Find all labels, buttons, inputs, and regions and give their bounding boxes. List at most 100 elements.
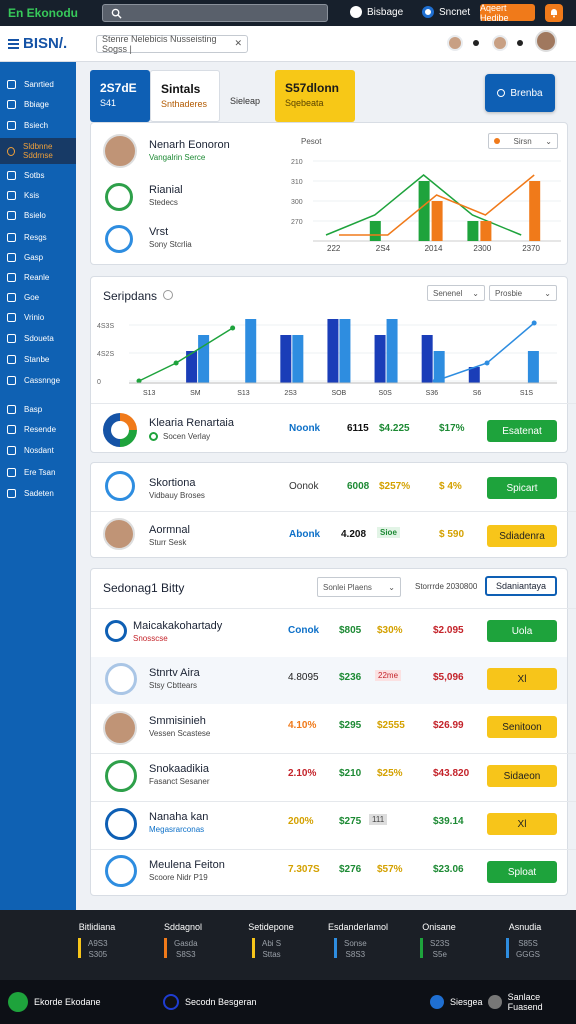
row-action-button[interactable]: Uola <box>487 620 557 642</box>
footer-stat[interactable]: Sddagnol Gasda S8S3 <box>148 922 218 959</box>
avatar[interactable] <box>103 518 135 550</box>
row-value: $30% <box>377 625 403 636</box>
bottom-item[interactable]: Siesgea <box>430 995 483 1009</box>
table-row[interactable]: Meulena Feiton Scoore Nidr P19 7.307S $2… <box>91 850 567 896</box>
info-icon[interactable] <box>163 290 173 300</box>
table-row[interactable]: Maicakakohartady Snosscse Conok $805 $30… <box>91 609 567 656</box>
bar[interactable] <box>480 221 492 241</box>
row-title: Maicakakohartady <box>133 620 223 632</box>
bar[interactable] <box>327 319 339 383</box>
bar[interactable] <box>418 181 430 241</box>
sidebar-item[interactable]: Basp <box>0 400 76 418</box>
sidebar-item[interactable]: Bsiech <box>0 116 76 134</box>
row-action-button[interactable]: Xl <box>487 813 557 835</box>
app-logo[interactable]: BISN/. <box>8 35 88 52</box>
footer-stat[interactable]: Setidepone Abi S Sttas <box>236 922 306 959</box>
sidebar-item[interactable]: Cassnnge <box>0 371 76 389</box>
bar[interactable] <box>431 201 443 241</box>
trend-point[interactable] <box>230 325 236 331</box>
row-action-button[interactable]: Spicart <box>487 477 557 499</box>
sidebar-item[interactable]: Ere Tsan <box>0 463 76 481</box>
sidebar-item[interactable]: Sadeten <box>0 484 76 502</box>
top-action-button[interactable]: Aqeert Hedibe <box>480 3 535 23</box>
header-search-input[interactable]: Stenre Nelebicis Nusseisting Sogss | ✕ <box>96 34 248 54</box>
footer-stat[interactable]: Esdanderlamol Sonse S8S3 <box>318 922 398 959</box>
avatar[interactable] <box>103 711 137 745</box>
kpi-card[interactable]: S57dlonn Sqebeata <box>275 70 355 122</box>
kpi-card[interactable]: Sieleap <box>220 70 275 122</box>
sidebar-item[interactable]: Gasp <box>0 248 76 266</box>
footer-stat[interactable]: Bitlidiana A9S3 S305 <box>62 922 132 959</box>
bar[interactable] <box>292 335 304 383</box>
bottom-item[interactable]: Sanlace Fuasend <box>488 992 576 1012</box>
bar[interactable] <box>280 335 292 383</box>
sidebar-item[interactable]: Ksis <box>0 186 76 204</box>
sidebar-item[interactable]: Reanle <box>0 268 76 286</box>
avatar[interactable] <box>447 35 463 51</box>
row-action-button[interactable]: Sidaeon <box>487 765 557 787</box>
sidebar-item[interactable]: Resgs <box>0 228 76 246</box>
bar[interactable] <box>339 319 351 383</box>
trend-point[interactable] <box>531 320 537 326</box>
footer-stat[interactable]: Onisane S23S S5e <box>404 922 474 959</box>
row-label: 200% <box>288 816 314 827</box>
table-filter[interactable]: Storrrde 2030800 <box>415 582 477 591</box>
sidebar-item[interactable]: Sanrtied <box>0 75 76 93</box>
bar[interactable] <box>369 221 381 241</box>
kpi-card[interactable]: Sintals Snthaderes <box>150 70 220 122</box>
bar[interactable] <box>529 181 541 241</box>
close-icon[interactable]: ✕ <box>234 38 242 49</box>
bar[interactable] <box>374 335 386 383</box>
row-action-button[interactable]: Senitoon <box>487 716 557 738</box>
table-row[interactable]: Snokaadikia Fasanct Sesaner 2.10% $210 $… <box>91 754 567 801</box>
nav-bisbage[interactable]: Bisbage <box>350 6 403 18</box>
bar[interactable] <box>421 335 433 383</box>
sidebar-item[interactable]: Nosdant <box>0 441 76 459</box>
bar[interactable] <box>467 221 479 241</box>
logo-icon <box>105 855 137 887</box>
footer-stat[interactable]: Asnudia S85S GGGS <box>490 922 560 959</box>
table-row[interactable]: Nanaha kan Megasrarconas 200% $275 111 $… <box>91 802 567 849</box>
nav-sncnet[interactable]: Sncnet <box>422 6 470 18</box>
row-action-button[interactable]: Sploat <box>487 861 557 883</box>
sidebar-item[interactable]: Sotbs <box>0 166 76 184</box>
sidebar-item[interactable]: Bbiage <box>0 95 76 113</box>
bar[interactable] <box>245 319 257 383</box>
sidebar-item[interactable]: Goe <box>0 288 76 306</box>
kpi-action-button[interactable]: Brenba <box>485 74 555 112</box>
bell-button[interactable] <box>545 4 563 22</box>
chart-select[interactable]: Prosbie ⌄ <box>489 285 557 301</box>
bar[interactable] <box>527 351 539 383</box>
table-action-button[interactable]: Sdaniantaya <box>485 576 557 596</box>
top-search-input[interactable] <box>102 4 328 22</box>
row-action-button[interactable]: Sdiadenra <box>487 525 557 547</box>
row-action-button[interactable]: Xl <box>487 668 557 690</box>
sidebar-item[interactable]: Bsielo <box>0 206 76 224</box>
avatar[interactable] <box>492 35 508 51</box>
sidebar-item[interactable]: Vrinio <box>0 308 76 326</box>
table-row[interactable]: Smmisinieh Vessen Scastese 4.10% $295 $2… <box>91 705 567 752</box>
bar[interactable] <box>198 335 210 383</box>
trend-point[interactable] <box>484 360 490 366</box>
period-select[interactable]: Sirsn ⌄ <box>488 133 558 149</box>
table-select[interactable]: Sonlei Plaens ⌄ <box>317 577 401 597</box>
item-subtitle: Socen Verlay <box>163 432 211 441</box>
sidebar-item-active[interactable]: Sldbnne Sddrnse <box>0 138 76 164</box>
sidebar-item[interactable]: Resende <box>0 420 76 438</box>
row-label: Conok <box>288 625 320 636</box>
kpi-card[interactable]: 2S7dE S41 <box>90 70 150 122</box>
row-action-button[interactable]: Esatenat <box>487 420 557 442</box>
trend-point[interactable] <box>173 360 179 366</box>
sidebar-item[interactable]: Sdoueta <box>0 329 76 347</box>
sidebar-item[interactable]: Stanbe <box>0 350 76 368</box>
card-icon <box>7 488 16 498</box>
top-brand[interactable]: En Ekonodu <box>8 6 94 20</box>
x-tick-label: 2370 <box>522 244 540 253</box>
profile-avatar[interactable] <box>535 30 557 52</box>
bottom-brand[interactable]: Ekorde Ekodane <box>8 992 101 1012</box>
chart-select[interactable]: Senenel ⌄ <box>427 285 485 301</box>
avatar[interactable] <box>103 134 137 168</box>
bar[interactable] <box>386 319 398 383</box>
table-row[interactable]: Stnrtv Aira Stsy Cbttears 4.8095 $236 22… <box>91 657 567 704</box>
bottom-item[interactable]: Secodn Besgeran <box>163 994 257 1010</box>
